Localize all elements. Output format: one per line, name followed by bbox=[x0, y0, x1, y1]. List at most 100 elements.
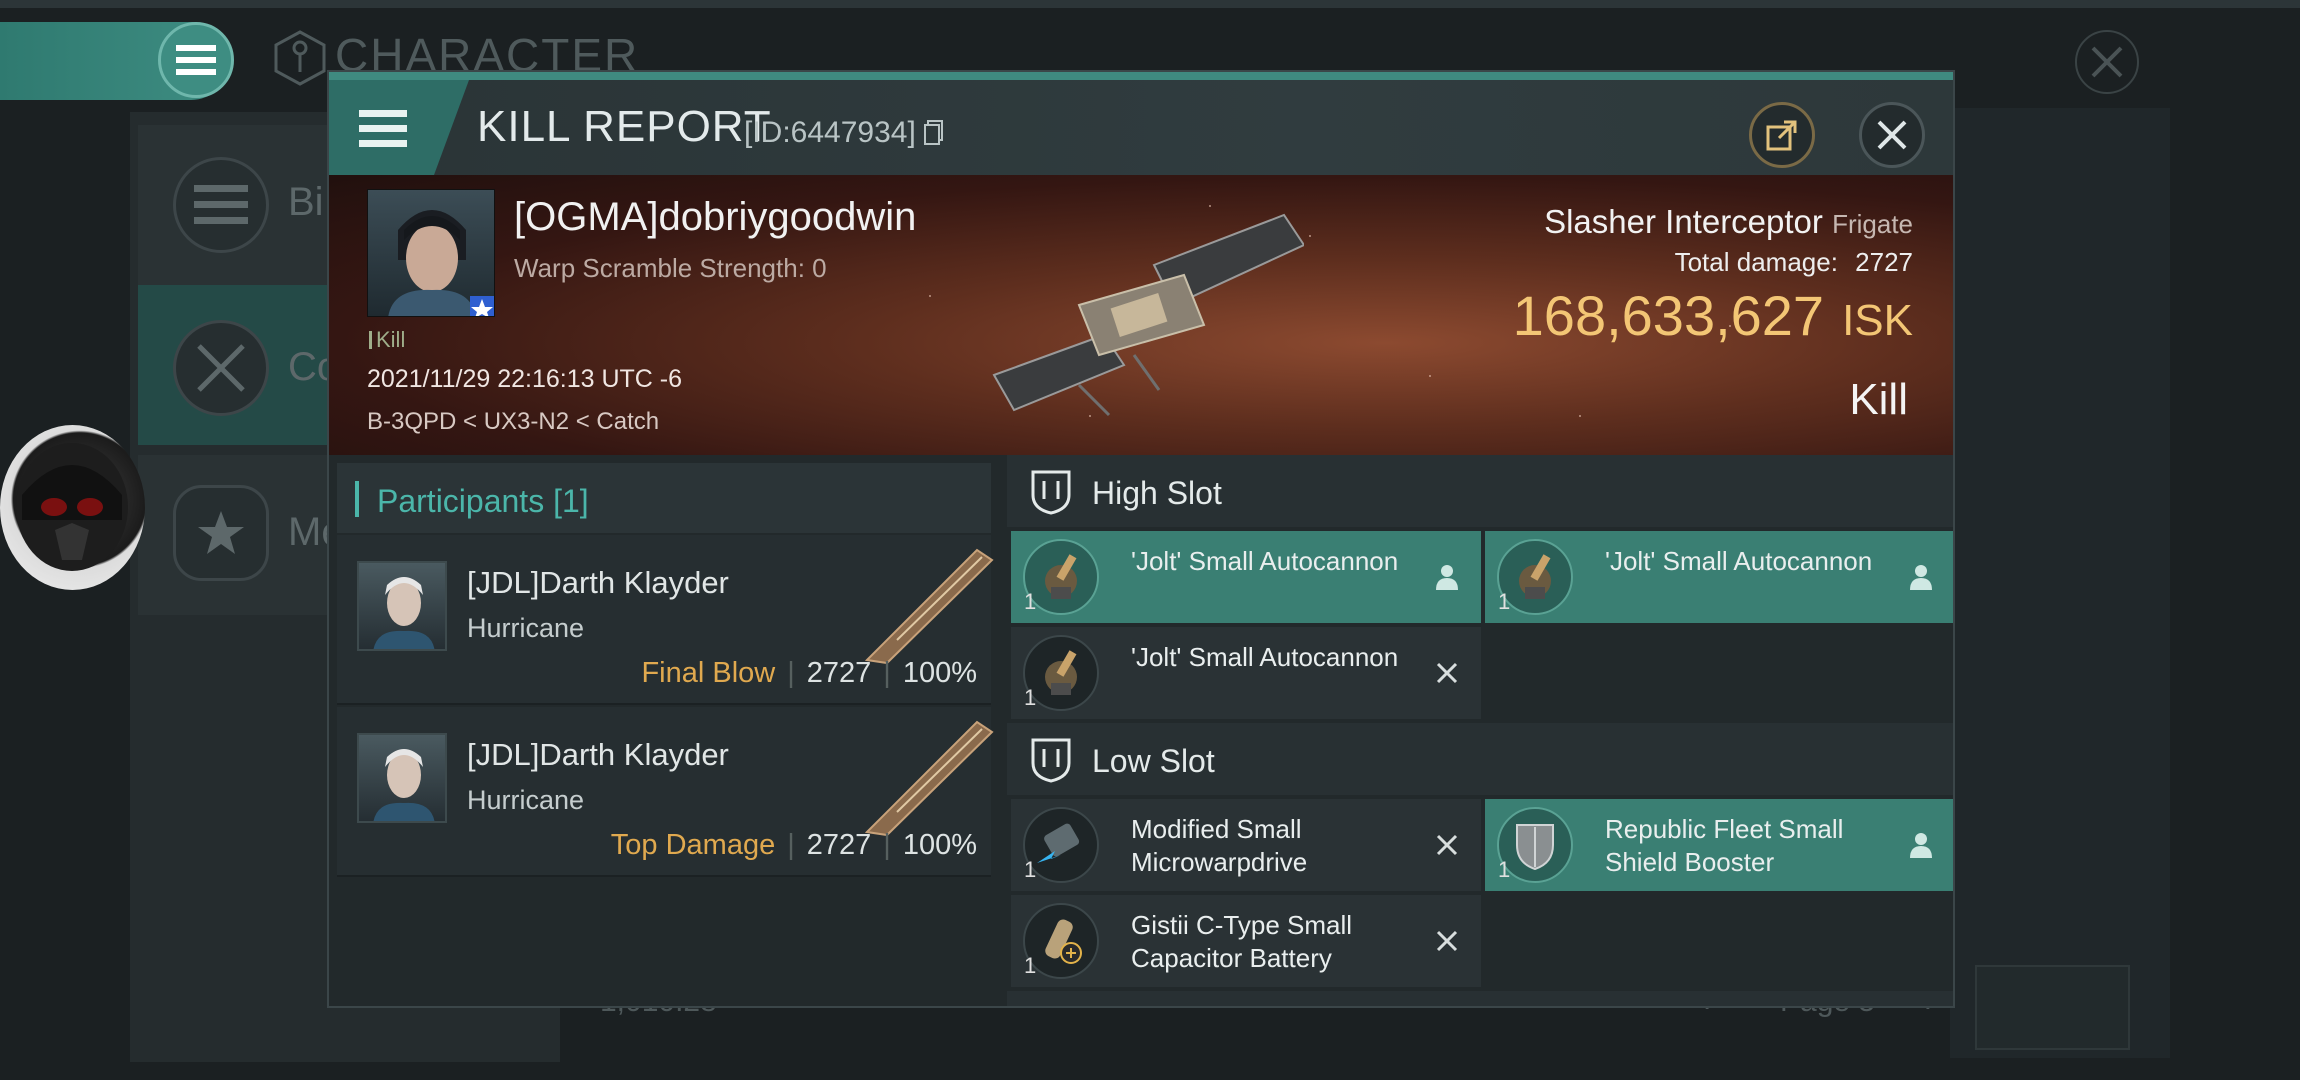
module-item[interactable]: 1 'Jolt' Small Autocannon bbox=[1011, 627, 1481, 719]
module-item[interactable]: 1 Republic Fleet Small Shield Booster bbox=[1485, 799, 1953, 891]
participant-role: Final Blow bbox=[641, 657, 776, 689]
modal-accent-line bbox=[329, 72, 1953, 80]
participants-panel: Participants [1] [JDL]Darth Klayder Hurr… bbox=[329, 455, 999, 1006]
isk-unit: ISK bbox=[1842, 296, 1913, 345]
victim-banner: [OGMA]dobriygoodwin Warp Scramble Streng… bbox=[329, 175, 1953, 455]
destroyed-x-icon bbox=[1429, 827, 1465, 863]
module-name: Gistii C-Type Small Capacitor Battery bbox=[1131, 910, 1353, 973]
victim-name[interactable]: [OGMA]dobriygoodwin bbox=[514, 195, 916, 240]
filter-button[interactable] bbox=[1975, 965, 2130, 1050]
participant-ship-image bbox=[864, 548, 994, 665]
share-button[interactable] bbox=[1749, 102, 1815, 168]
share-icon bbox=[1766, 120, 1797, 151]
report-title: KILL REPORT bbox=[477, 102, 772, 151]
dropped-person-icon bbox=[1903, 827, 1939, 863]
top-bar bbox=[0, 0, 2300, 8]
pilot-portrait-icon bbox=[373, 749, 435, 821]
participant-ship: Hurricane bbox=[467, 785, 585, 815]
participant-ship-image bbox=[864, 720, 994, 837]
right-panel bbox=[1950, 108, 2170, 1058]
participant-ship: Hurricane bbox=[467, 613, 585, 643]
player-avatar[interactable] bbox=[0, 425, 145, 590]
dropped-person-icon bbox=[1903, 559, 1939, 595]
module-name: 'Jolt' Small Autocannon bbox=[1131, 642, 1399, 672]
tag-marker bbox=[369, 331, 372, 349]
kill-datetime: 2021/11/29 22:16:13 UTC -6 bbox=[367, 365, 683, 393]
fitting-panel: High Slot 1 'Jolt' Small Autocannon 1 'J… bbox=[1007, 455, 1953, 1008]
participant-name: [JDL]Darth Klayder bbox=[467, 565, 729, 600]
ship-name-text: Slasher Interceptor bbox=[1544, 203, 1823, 240]
list-icon bbox=[173, 157, 269, 253]
total-damage-label: Total damage: bbox=[1674, 247, 1838, 277]
destroyed-x-icon bbox=[1429, 923, 1465, 959]
kill-result: Kill bbox=[1849, 375, 1908, 424]
report-id[interactable]: [ID:6447934] bbox=[744, 116, 944, 150]
modal-header: KILL REPORT [ID:6447934] bbox=[329, 80, 1953, 175]
crossed-swords-icon bbox=[173, 320, 269, 416]
pilot-portrait-icon bbox=[388, 210, 494, 316]
participant-role: Top Damage bbox=[610, 829, 776, 861]
total-damage-value: 2727 bbox=[1855, 247, 1913, 277]
participant-portrait[interactable] bbox=[357, 561, 447, 651]
kill-report-modal: KILL REPORT [ID:6447934] [OGMA]dobriygoo… bbox=[327, 70, 1955, 1008]
module-quantity: 1 bbox=[1024, 857, 1037, 882]
mid-slot-header bbox=[1007, 991, 1953, 1008]
module-item[interactable]: 1 'Jolt' Small Autocannon bbox=[1485, 531, 1953, 623]
report-id-text: [ID:6447934] bbox=[744, 116, 916, 149]
star-badge-icon bbox=[173, 485, 269, 581]
total-damage: Total damage: 2727 bbox=[1675, 247, 1913, 278]
kill-tag: Kill bbox=[369, 327, 405, 353]
victim-ship-image bbox=[992, 213, 1304, 417]
victim-ship-name[interactable]: Slasher Interceptor Frigate bbox=[1544, 203, 1913, 241]
modal-close-button[interactable] bbox=[1859, 102, 1925, 168]
nav-label-bio: Bi bbox=[288, 180, 324, 224]
warp-scramble-strength: Warp Scramble Strength: 0 bbox=[514, 253, 827, 283]
close-button[interactable] bbox=[2075, 30, 2139, 94]
module-name: Republic Fleet Small Shield Booster bbox=[1605, 814, 1844, 877]
participant-damage: 2727 bbox=[806, 829, 872, 861]
menu-tab[interactable] bbox=[329, 80, 469, 175]
participant-percent: 100% bbox=[902, 829, 977, 861]
menu-icon bbox=[359, 110, 407, 147]
victim-portrait[interactable] bbox=[367, 189, 495, 317]
high-slot-title: High Slot bbox=[1092, 475, 1222, 511]
module-quantity: 1 bbox=[1498, 857, 1511, 882]
module-item[interactable]: 1 Gistii C-Type Small Capacitor Battery bbox=[1011, 895, 1481, 987]
dropped-person-icon bbox=[1429, 559, 1465, 595]
participant-stats: Final Blow | 2727 | 100% bbox=[641, 657, 977, 689]
helmet-avatar-icon bbox=[16, 443, 128, 571]
participant-percent: 100% bbox=[902, 657, 977, 689]
participant-row[interactable]: [JDL]Darth Klayder Hurricane Top Damage |… bbox=[337, 707, 994, 877]
copy-icon[interactable] bbox=[924, 120, 944, 146]
main-menu-button[interactable] bbox=[158, 22, 234, 98]
high-slot-icon bbox=[1031, 470, 1071, 515]
pilot-portrait-icon bbox=[373, 577, 435, 649]
low-slot-icon bbox=[1031, 738, 1071, 783]
participants-label: Participants bbox=[377, 483, 545, 519]
menu-icon bbox=[176, 45, 216, 75]
participant-row[interactable]: [JDL]Darth Klayder Hurricane Final Blow |… bbox=[337, 535, 994, 705]
destroyed-x-icon bbox=[1429, 655, 1465, 691]
participants-header[interactable]: Participants [1] bbox=[337, 463, 991, 533]
low-slot-header: Low Slot bbox=[1007, 723, 1953, 795]
module-quantity: 1 bbox=[1498, 589, 1511, 614]
low-slot-title: Low Slot bbox=[1092, 743, 1215, 779]
participant-name: [JDL]Darth Klayder bbox=[467, 737, 729, 772]
high-slot-header: High Slot bbox=[1007, 455, 1953, 527]
module-quantity: 1 bbox=[1024, 589, 1037, 614]
mid-slot-icon bbox=[1029, 1005, 1073, 1008]
module-name: 'Jolt' Small Autocannon bbox=[1131, 546, 1399, 576]
kill-tag-text: Kill bbox=[376, 327, 406, 352]
kill-location[interactable]: B-3QPD < UX3-N2 < Catch bbox=[367, 408, 659, 436]
close-icon bbox=[2091, 46, 2123, 78]
isk-amount: 168,633,627 bbox=[1512, 284, 1825, 347]
header-marker bbox=[355, 481, 359, 517]
participant-stats: Top Damage | 2727 | 100% bbox=[610, 829, 977, 861]
isk-value: 168,633,627 ISK bbox=[1513, 283, 1913, 348]
module-item[interactable]: 1 Modified Small Microwarpdrive bbox=[1011, 799, 1481, 891]
close-icon bbox=[1877, 120, 1907, 150]
module-item[interactable]: 1 'Jolt' Small Autocannon bbox=[1011, 531, 1481, 623]
participant-portrait[interactable] bbox=[357, 733, 447, 823]
participant-damage: 2727 bbox=[806, 657, 872, 689]
module-name: Modified Small Microwarpdrive bbox=[1131, 814, 1308, 877]
